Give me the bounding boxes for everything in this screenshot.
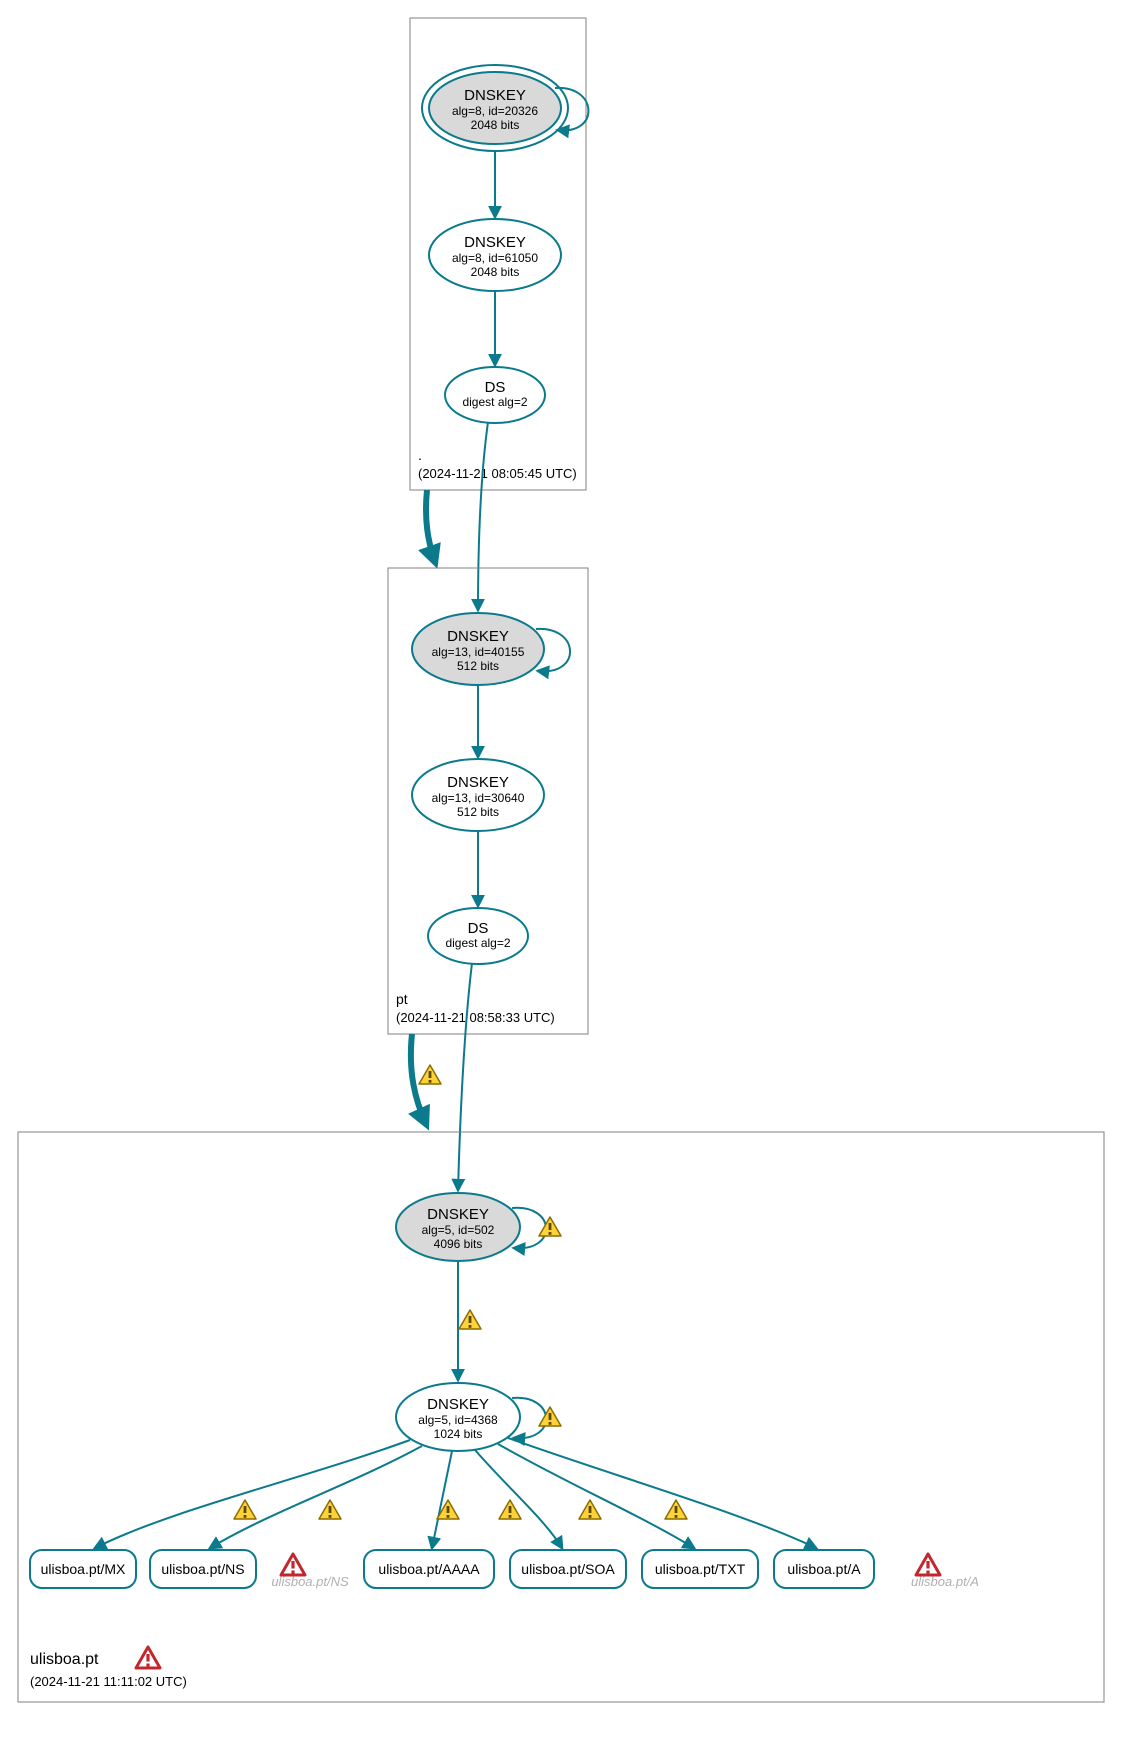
- rrset-txt[interactable]: ulisboa.pt/TXT: [642, 1550, 758, 1588]
- ds-title: DS: [468, 920, 489, 937]
- rrset-label: ulisboa.pt/A: [787, 1561, 861, 1577]
- warning-icon: [579, 1500, 601, 1519]
- edge-zsk-mx: [95, 1440, 410, 1548]
- edge-pt-ds-ulisboa-ksk: [458, 963, 472, 1190]
- error-icon: [136, 1647, 160, 1668]
- error-icon: [916, 1554, 940, 1575]
- zone-name: .: [418, 447, 422, 463]
- edge-root-ds-pt-ksk: [478, 422, 488, 610]
- dnskey-pt-ksk[interactable]: DNSKEY alg=13, id=40155 512 bits: [412, 613, 544, 685]
- rrset-mx[interactable]: ulisboa.pt/MX: [30, 1550, 136, 1588]
- dnskey-title: DNSKEY: [447, 628, 509, 645]
- dnskey-bits: 2048 bits: [471, 118, 520, 132]
- edge-zsk-txt: [498, 1444, 694, 1548]
- rrset-a[interactable]: ulisboa.pt/A: [774, 1550, 874, 1588]
- ghost-a: ulisboa.pt/A: [911, 1574, 979, 1589]
- ds-root[interactable]: DS digest alg=2: [445, 367, 545, 423]
- dnskey-alg: alg=5, id=502: [422, 1223, 495, 1237]
- dnskey-root-ksk[interactable]: DNSKEY alg=8, id=20326 2048 bits: [422, 65, 568, 151]
- dnskey-bits: 512 bits: [457, 659, 499, 673]
- edge-zsk-aaaa: [432, 1451, 452, 1548]
- zone-time: (2024-11-21 08:05:45 UTC): [418, 466, 577, 481]
- zone-time: (2024-11-21 11:11:02 UTC): [30, 1674, 187, 1689]
- dnskey-alg: alg=13, id=30640: [432, 791, 525, 805]
- zone-name: pt: [396, 991, 408, 1007]
- warning-icon: [234, 1500, 256, 1519]
- warning-icon: [539, 1407, 561, 1426]
- dnskey-pt-zsk[interactable]: DNSKEY alg=13, id=30640 512 bits: [412, 759, 544, 831]
- error-icon: [281, 1554, 305, 1575]
- dnskey-alg: alg=5, id=4368: [418, 1413, 498, 1427]
- dnskey-title: DNSKEY: [447, 774, 509, 791]
- zone-time: (2024-11-21 08:58:33 UTC): [396, 1010, 555, 1025]
- dnskey-title: DNSKEY: [427, 1206, 489, 1223]
- dnskey-alg: alg=8, id=61050: [452, 251, 538, 265]
- warning-icon: [319, 1500, 341, 1519]
- dnskey-alg: alg=13, id=40155: [432, 645, 525, 659]
- zone-pt: DNSKEY alg=13, id=40155 512 bits DNSKEY …: [388, 568, 588, 1034]
- dnskey-title: DNSKEY: [427, 1396, 489, 1413]
- warning-icon: [499, 1500, 521, 1519]
- rrset-label: ulisboa.pt/TXT: [655, 1561, 746, 1577]
- zone-root: DNSKEY alg=8, id=20326 2048 bits DNSKEY …: [410, 18, 588, 490]
- ds-alg: digest alg=2: [445, 936, 510, 950]
- dnskey-alg: alg=8, id=20326: [452, 104, 538, 118]
- rrset-label: ulisboa.pt/SOA: [521, 1561, 615, 1577]
- ds-pt[interactable]: DS digest alg=2: [428, 908, 528, 964]
- dnskey-bits: 4096 bits: [434, 1237, 483, 1251]
- rrset-label: ulisboa.pt/AAAA: [378, 1561, 480, 1577]
- zone-ulisboa: DNSKEY alg=5, id=502 4096 bits DNSKEY al…: [18, 1132, 1104, 1702]
- warning-icon: [665, 1500, 687, 1519]
- dnskey-ulisboa-ksk[interactable]: DNSKEY alg=5, id=502 4096 bits: [396, 1193, 520, 1261]
- warning-icon: [539, 1217, 561, 1236]
- warning-icon: [459, 1310, 481, 1329]
- ghost-ns: ulisboa.pt/NS: [271, 1574, 349, 1589]
- dnskey-title: DNSKEY: [464, 234, 526, 251]
- zone-name: ulisboa.pt: [30, 1651, 99, 1668]
- dnskey-bits: 512 bits: [457, 805, 499, 819]
- edge-zsk-ns: [210, 1446, 422, 1548]
- rrset-label: ulisboa.pt/MX: [41, 1561, 126, 1577]
- edge-zsk-soa: [475, 1450, 562, 1548]
- ds-title: DS: [485, 379, 506, 396]
- edge-zsk-a: [508, 1438, 816, 1548]
- rrset-soa[interactable]: ulisboa.pt/SOA: [510, 1550, 626, 1588]
- dnskey-title: DNSKEY: [464, 87, 526, 104]
- dnskey-root-zsk[interactable]: DNSKEY alg=8, id=61050 2048 bits: [429, 219, 561, 291]
- dnskey-bits: 2048 bits: [471, 265, 520, 279]
- rrset-aaaa[interactable]: ulisboa.pt/AAAA: [364, 1550, 494, 1588]
- rrset-label: ulisboa.pt/NS: [161, 1561, 244, 1577]
- deleg-root-pt: [426, 490, 435, 562]
- warning-icon: [419, 1065, 441, 1084]
- ds-alg: digest alg=2: [462, 395, 527, 409]
- dnskey-ulisboa-zsk[interactable]: DNSKEY alg=5, id=4368 1024 bits: [396, 1383, 520, 1451]
- rrset-ns[interactable]: ulisboa.pt/NS: [150, 1550, 256, 1588]
- dnskey-bits: 1024 bits: [434, 1427, 483, 1441]
- dnssec-graph: DNSKEY alg=8, id=20326 2048 bits DNSKEY …: [0, 0, 1121, 1756]
